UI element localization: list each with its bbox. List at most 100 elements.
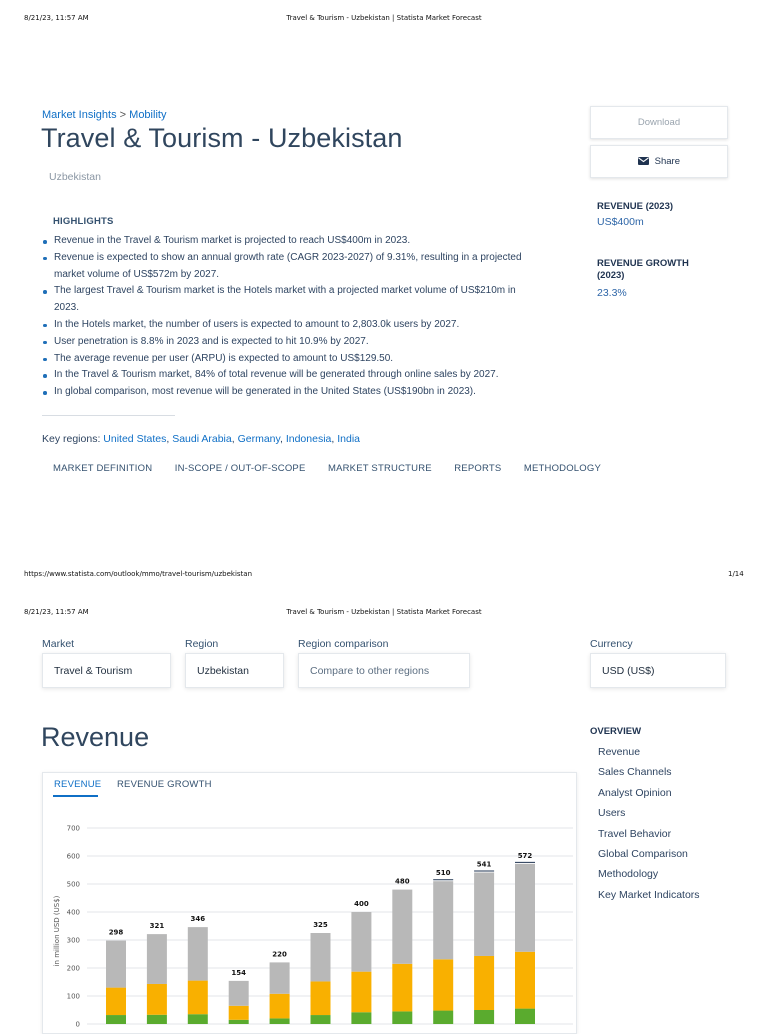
- download-button[interactable]: Download: [590, 106, 728, 139]
- bar-segment: [310, 933, 331, 982]
- bar-segment: [106, 940, 126, 988]
- breadcrumb-market-insights[interactable]: Market Insights: [42, 109, 117, 121]
- overview-item-methodology[interactable]: Methodology: [598, 868, 700, 888]
- bar-segment: [310, 981, 331, 1016]
- currency-select[interactable]: USD (US$): [590, 653, 726, 688]
- y-tick-label: 600: [67, 853, 80, 861]
- print-title: Travel & Tourism - Uzbekistan | Statista…: [286, 14, 482, 22]
- key-region-link[interactable]: India: [337, 433, 360, 445]
- region-comparison-label: Region comparison: [298, 638, 389, 650]
- page-subtitle: Uzbekistan: [49, 171, 101, 183]
- bar-total-label: 400: [354, 900, 369, 908]
- bar-segment: [351, 912, 372, 972]
- bar-segment: [392, 889, 413, 964]
- region-label: Region: [185, 638, 219, 650]
- highlight-item: Revenue is expected to show an annual gr…: [42, 250, 577, 284]
- y-tick-label: 500: [67, 881, 80, 889]
- kpi-growth-heading: REVENUE GROWTH (2023): [597, 258, 689, 281]
- tab-market-structure[interactable]: MARKET STRUCTURE: [328, 463, 432, 474]
- bar-segment: [351, 971, 372, 1013]
- bar-segment: [146, 934, 167, 984]
- bar-total-label: 480: [395, 878, 410, 886]
- tab-methodology[interactable]: METHODOLOGY: [524, 463, 601, 474]
- download-label: Download: [637, 117, 681, 128]
- bar-segment: [351, 1012, 372, 1024]
- bar-segment: [474, 1010, 495, 1024]
- bar-segment: [146, 983, 167, 1015]
- bar-total-label: 220: [272, 950, 287, 958]
- bar-segment: [515, 1008, 535, 1024]
- breadcrumb-separator: >: [119, 109, 127, 121]
- key-region-link[interactable]: Saudi Arabia: [172, 433, 232, 445]
- bar-segment: [269, 993, 290, 1019]
- overview-item-revenue[interactable]: Revenue: [598, 746, 700, 766]
- share-label: Share: [654, 156, 680, 167]
- market-label: Market: [42, 638, 75, 650]
- section-nav: MARKET DEFINITION IN-SCOPE / OUT-OF-SCOP…: [53, 458, 619, 476]
- y-tick-label: 300: [67, 937, 80, 945]
- overview-item-users[interactable]: Users: [598, 807, 700, 827]
- bar-total-label: 154: [231, 969, 246, 977]
- bar-segment: [269, 1018, 290, 1024]
- bar-segment: [433, 959, 454, 1011]
- highlight-item: The average revenue per user (ARPU) is e…: [42, 351, 577, 368]
- region-comparison-select[interactable]: Compare to other regions: [298, 653, 470, 688]
- highlights-list: Revenue in the Travel & Tourism market i…: [42, 233, 577, 401]
- y-tick-label: 200: [67, 965, 80, 973]
- bar-segment: [433, 881, 454, 960]
- y-tick-label: 400: [67, 909, 80, 917]
- key-regions: Key regions: United States, Saudi Arabia…: [42, 433, 360, 445]
- bar-segment: [392, 1011, 413, 1024]
- bar-total-label: 510: [436, 869, 451, 877]
- bar-total-label: 325: [313, 921, 328, 929]
- overview-item-key-market-indicators[interactable]: Key Market Indicators: [598, 889, 700, 909]
- breadcrumb-mobility[interactable]: Mobility: [129, 109, 166, 121]
- divider: [42, 415, 175, 416]
- currency-label: Currency: [590, 638, 633, 650]
- bar-segment: [474, 955, 495, 1010]
- revenue-chart-card: REVENUE REVENUE GROWTH 0 100 200 300 400 500 6…: [42, 772, 577, 1034]
- key-region-link[interactable]: Germany: [238, 433, 280, 445]
- bar-total-label: 572: [518, 852, 533, 860]
- bar-segment: [269, 962, 290, 994]
- overview-list: Revenue Sales Channels Analyst Opinion U…: [598, 746, 700, 909]
- bar-segment: [187, 927, 208, 981]
- key-region-link[interactable]: United States: [103, 433, 166, 445]
- y-tick-label: 700: [67, 825, 80, 833]
- highlight-item: In the Hotels market, the number of user…: [42, 317, 577, 334]
- kpi-revenue-value: US$400m: [597, 216, 644, 228]
- bar-total-label: 298: [109, 929, 124, 937]
- bar-segment: [187, 1014, 208, 1024]
- bar-segment: [392, 963, 413, 1012]
- highlight-item: Revenue in the Travel & Tourism market i…: [42, 233, 577, 250]
- market-select[interactable]: Travel & Tourism: [42, 653, 171, 688]
- key-region-link[interactable]: Indonesia: [286, 433, 332, 445]
- overview-item-sales-channels[interactable]: Sales Channels: [598, 766, 700, 786]
- tab-in-scope[interactable]: IN-SCOPE / OUT-OF-SCOPE: [175, 463, 306, 474]
- bar-total-label: 346: [190, 915, 205, 923]
- highlight-item: The largest Travel & Tourism market is t…: [42, 283, 577, 317]
- share-button[interactable]: Share: [590, 145, 728, 178]
- print-title: Travel & Tourism - Uzbekistan | Statista…: [286, 608, 482, 616]
- overview-item-global-comparison[interactable]: Global Comparison: [598, 848, 700, 868]
- bar-segment: [474, 872, 495, 956]
- bar-segment: [228, 1019, 249, 1024]
- bar-segment: [228, 980, 249, 1006]
- overview-item-travel-behavior[interactable]: Travel Behavior: [598, 828, 700, 848]
- key-regions-label: Key regions:: [42, 433, 101, 445]
- bar-segment: [106, 987, 126, 1016]
- page-title: Travel & Tourism - Uzbekistan: [41, 123, 403, 153]
- revenue-title: Revenue: [41, 722, 150, 752]
- region-select[interactable]: Uzbekistan: [185, 653, 284, 688]
- overview-item-analyst-opinion[interactable]: Analyst Opinion: [598, 787, 700, 807]
- tab-market-definition[interactable]: MARKET DEFINITION: [53, 463, 152, 474]
- tab-reports[interactable]: REPORTS: [454, 463, 501, 474]
- bar-segment: [515, 951, 535, 1009]
- bar-segment: [146, 1014, 167, 1024]
- highlight-item: User penetration is 8.8% in 2023 and is …: [42, 334, 577, 351]
- envelope-icon: [638, 147, 649, 178]
- bar-segment: [310, 1015, 331, 1024]
- print-footer-url: https://www.statista.com/outlook/mmo/tra…: [24, 570, 253, 578]
- breadcrumb: Market Insights > Mobility: [42, 109, 166, 121]
- bar-segment: [433, 1010, 454, 1024]
